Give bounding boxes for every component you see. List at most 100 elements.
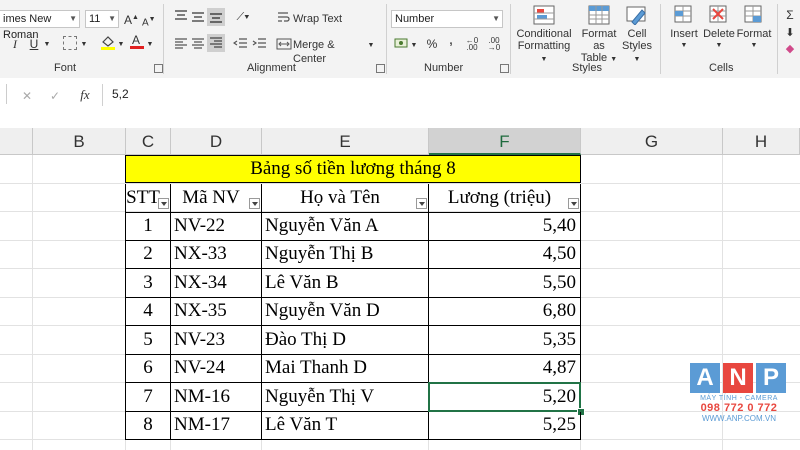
- stt-cell[interactable]: 2: [125, 241, 171, 269]
- align-right-icon[interactable]: [207, 34, 225, 52]
- align-left-icon[interactable]: [173, 36, 189, 52]
- alignment-dialog-launcher-icon[interactable]: [376, 64, 385, 73]
- font-size-select[interactable]: 11 ▼: [85, 10, 119, 28]
- column-header-c[interactable]: C: [126, 128, 171, 155]
- employee-id-cell[interactable]: NX-34: [171, 269, 262, 298]
- table-header-cell[interactable]: Lương (triệu): [429, 184, 581, 213]
- align-top-icon[interactable]: [173, 9, 189, 25]
- full-name-cell[interactable]: Nguyễn Văn A: [262, 212, 429, 241]
- autosum-icon[interactable]: Σ: [784, 8, 796, 22]
- number-dialog-launcher-icon[interactable]: [500, 64, 509, 73]
- full-name-cell[interactable]: Nguyễn Văn D: [262, 298, 429, 326]
- insert-cells-icon: [673, 5, 695, 25]
- salary-cell[interactable]: 6,80: [429, 298, 581, 326]
- decrease-indent-icon[interactable]: [232, 36, 249, 52]
- employee-id-cell[interactable]: NX-35: [171, 298, 262, 326]
- confirm-entry-icon[interactable]: ✓: [48, 89, 62, 103]
- number-format-select[interactable]: Number ▼: [391, 10, 503, 28]
- chevron-down-icon[interactable]: ▼: [117, 38, 125, 52]
- borders-icon[interactable]: [63, 36, 77, 50]
- formula-input[interactable]: 5,2: [112, 87, 129, 101]
- fill-down-icon[interactable]: ⬇: [784, 26, 796, 40]
- filter-dropdown-icon[interactable]: [416, 198, 427, 209]
- conditional-formatting-button[interactable]: Conditional Formatting ▼: [514, 5, 574, 66]
- column-header-e[interactable]: E: [262, 128, 429, 155]
- employee-id-cell[interactable]: NM-16: [171, 383, 262, 412]
- employee-id-cell[interactable]: NM-17: [171, 412, 262, 440]
- stt-cell[interactable]: 1: [125, 212, 171, 241]
- full-name-cell[interactable]: Lê Văn T: [262, 412, 429, 440]
- percent-style-icon[interactable]: %: [425, 37, 439, 51]
- salary-cell[interactable]: 4,50: [429, 241, 581, 269]
- full-name-cell[interactable]: Mai Thanh D: [262, 355, 429, 383]
- stt-cell[interactable]: 3: [125, 269, 171, 298]
- orientation-icon[interactable]: ⟋▾: [232, 10, 254, 24]
- cell-styles-button[interactable]: Cell Styles ▼: [620, 5, 654, 66]
- table-header-cell[interactable]: Họ và Tên: [262, 184, 429, 213]
- underline-icon[interactable]: U: [28, 37, 40, 51]
- chevron-down-icon[interactable]: ▼: [410, 39, 418, 53]
- insert-button[interactable]: Insert ▼: [666, 5, 702, 52]
- full-name-cell[interactable]: Đào Thị D: [262, 326, 429, 355]
- full-name-cell[interactable]: Nguyễn Thị B: [262, 241, 429, 269]
- increase-indent-icon[interactable]: [252, 36, 268, 52]
- name-box-edge[interactable]: [0, 84, 7, 104]
- filter-dropdown-icon[interactable]: [158, 198, 169, 209]
- chevron-down-icon[interactable]: ▼: [146, 38, 154, 52]
- column-header-d[interactable]: D: [171, 128, 262, 155]
- wrap-text-label[interactable]: Wrap Text: [293, 12, 345, 26]
- full-name-cell[interactable]: Lê Văn B: [262, 269, 429, 298]
- cancel-entry-icon[interactable]: ✕: [20, 89, 34, 103]
- comma-style-icon[interactable]: ,: [446, 32, 456, 48]
- italic-icon[interactable]: I: [10, 37, 20, 51]
- accounting-format-icon[interactable]: [394, 35, 410, 51]
- fill-color-icon[interactable]: [100, 34, 116, 50]
- align-middle-icon[interactable]: [190, 9, 206, 25]
- column-header-h[interactable]: H: [723, 128, 800, 155]
- column-header-stub[interactable]: [0, 128, 33, 155]
- employee-id-cell[interactable]: NV-22: [171, 212, 262, 241]
- employee-id-cell[interactable]: NX-33: [171, 241, 262, 269]
- column-header-g[interactable]: G: [581, 128, 723, 155]
- merge-center-label[interactable]: Merge & Center: [293, 38, 365, 66]
- delete-button[interactable]: Delete ▼: [702, 5, 736, 52]
- clear-eraser-icon[interactable]: ◆: [784, 42, 796, 56]
- format-as-table-button[interactable]: Format as Table ▼: [576, 5, 622, 66]
- stt-cell[interactable]: 4: [125, 298, 171, 326]
- font-dialog-launcher-icon[interactable]: [154, 64, 163, 73]
- salary-cell[interactable]: 5,35: [429, 326, 581, 355]
- align-center-icon[interactable]: [190, 36, 206, 52]
- stt-cell[interactable]: 8: [125, 412, 171, 440]
- salary-cell[interactable]: 5,25: [429, 412, 581, 440]
- logo-letter-box: A: [690, 363, 720, 393]
- filter-dropdown-icon[interactable]: [249, 198, 260, 209]
- column-header-b[interactable]: B: [33, 128, 126, 155]
- column-header-f[interactable]: F: [429, 128, 581, 155]
- font-color-icon[interactable]: A: [129, 33, 145, 49]
- increase-decimal-icon[interactable]: ←0.00: [464, 37, 480, 52]
- salary-cell[interactable]: 5,40: [429, 212, 581, 241]
- salary-cell[interactable]: 4,87: [429, 355, 581, 383]
- employee-id-cell[interactable]: NV-23: [171, 326, 262, 355]
- format-button[interactable]: Format ▼: [736, 5, 772, 52]
- decrease-decimal-icon[interactable]: .00 →0: [486, 37, 502, 52]
- salary-cell[interactable]: 5,20: [429, 383, 581, 412]
- stt-cell[interactable]: 7: [125, 383, 171, 412]
- stt-cell[interactable]: 5: [125, 326, 171, 355]
- decrease-font-size-icon[interactable]: A▼: [142, 13, 156, 30]
- merge-center-icon[interactable]: [276, 36, 292, 52]
- full-name-cell[interactable]: Nguyễn Thị V: [262, 383, 429, 412]
- increase-font-size-icon[interactable]: A▲: [124, 11, 139, 27]
- font-name-select[interactable]: imes New Roman ▼: [0, 10, 80, 41]
- salary-cell[interactable]: 5,50: [429, 269, 581, 298]
- stt-cell[interactable]: 6: [125, 355, 171, 383]
- chevron-down-icon[interactable]: ▼: [367, 39, 375, 53]
- insert-function-icon[interactable]: fx: [76, 88, 94, 102]
- employee-id-cell[interactable]: NV-24: [171, 355, 262, 383]
- table-title-cell[interactable]: Bảng số tiền lương tháng 8: [125, 155, 581, 183]
- filter-dropdown-icon[interactable]: [568, 198, 579, 209]
- chevron-down-icon[interactable]: ▼: [43, 38, 51, 52]
- align-bottom-icon[interactable]: [207, 8, 225, 26]
- wrap-text-icon[interactable]: [276, 10, 292, 26]
- chevron-down-icon[interactable]: ▼: [80, 38, 88, 52]
